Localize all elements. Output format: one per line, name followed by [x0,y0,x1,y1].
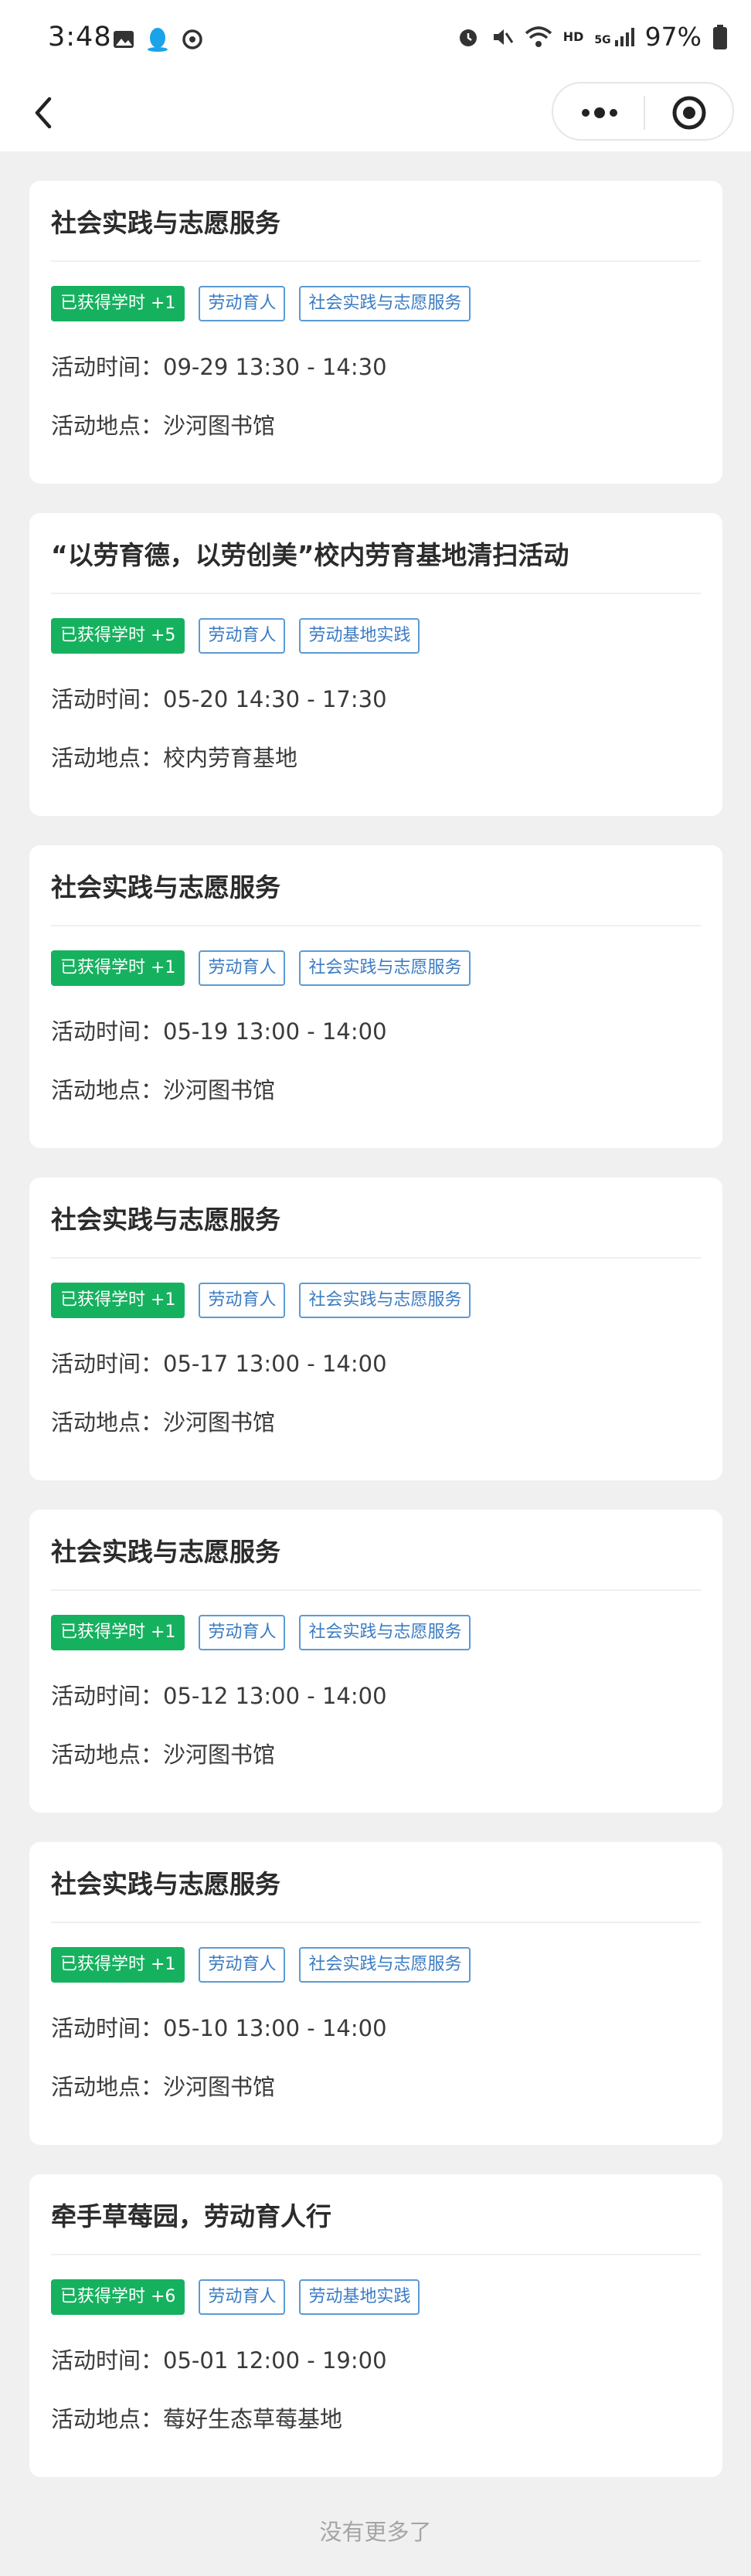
activity-location: 活动地点：校内劳育基地 [51,745,298,771]
battery-icon [713,24,727,49]
signal-label: 5G [594,33,611,46]
category-tag: 劳动基地实践 [299,618,420,654]
tag-row: 已获得学时 +1 劳动育人 社会实践与志愿服务 [51,1615,471,1650]
nav-bar [0,82,751,151]
category-tag: 社会实践与志愿服务 [299,1947,471,1983]
activity-time: 活动时间：05-12 13:00 - 14:00 [51,1683,387,1709]
card-divider [51,260,701,262]
mute-icon [493,29,513,45]
credit-badge: 已获得学时 +5 [51,618,185,654]
alarm-icon [459,29,477,46]
signal-icon: 5G [594,27,634,46]
credit-badge: 已获得学时 +6 [51,2279,185,2315]
activity-title: 牵手草莓园，劳动育人行 [51,2201,331,2231]
activity-card[interactable]: 社会实践与志愿服务 已获得学时 +1 劳动育人 社会实践与志愿服务 活动时间：05-19… [29,845,722,1148]
activity-title: 社会实践与志愿服务 [51,208,280,238]
activity-time: 活动时间：05-10 13:00 - 14:00 [51,2015,387,2041]
category-tag: 劳动育人 [199,1615,286,1650]
category-tag: 劳动育人 [199,2279,286,2315]
battery-percent: 97% [644,22,702,52]
wifi-icon [525,25,552,47]
status-bar: 3:48 HD 5G 97% [0,0,751,82]
network-label: HD [562,29,584,44]
credit-badge: 已获得学时 +1 [51,286,185,321]
activity-location: 活动地点：沙河图书馆 [51,1409,276,1436]
activity-card[interactable]: “以劳育德，以劳创美”校内劳育基地清扫活动已获得学时 +5 劳动育人 劳动基地实践活… [29,513,722,816]
activity-title: “以劳育德，以劳创美”校内劳育基地清扫活动 [51,540,569,570]
tag-row: 已获得学时 +6 劳动育人 劳动基地实践 [51,2279,420,2315]
card-divider [51,925,701,926]
gallery-icon [114,31,134,48]
tag-row: 已获得学时 +1 劳动育人 社会实践与志愿服务 [51,286,471,321]
card-divider [51,593,701,594]
card-divider [51,1922,701,1923]
activity-location: 活动地点：莓好生态草莓基地 [51,2406,343,2432]
card-divider [51,1257,701,1259]
activity-location: 活动地点：沙河图书馆 [51,413,276,439]
status-right-icons: HD 5G 97% [457,22,728,52]
credit-badge: 已获得学时 +1 [51,1615,185,1650]
activity-time: 活动时间：05-17 13:00 - 14:00 [51,1351,387,1377]
activity-location: 活动地点：沙河图书馆 [51,1742,276,1768]
card-divider [51,1589,701,1591]
no-more-text: 没有更多了 [319,2519,432,2545]
category-tag: 劳动育人 [199,1283,286,1318]
category-tag: 社会实践与志愿服务 [299,1615,471,1650]
credit-badge: 已获得学时 +1 [51,1947,185,1983]
credit-badge: 已获得学时 +1 [51,950,185,986]
status-notification-icons [112,26,205,53]
activity-card[interactable]: 社会实践与志愿服务 已获得学时 +1 劳动育人 社会实践与志愿服务 活动时间：05-17… [29,1178,722,1480]
activity-card[interactable]: 社会实践与志愿服务 已获得学时 +1 劳动育人 社会实践与志愿服务 活动时间：09-29… [29,181,722,484]
activity-title: 社会实践与志愿服务 [51,1869,280,1899]
activity-title: 社会实践与志愿服务 [51,872,280,902]
mini-program-capsule [552,82,734,141]
card-divider [51,2254,701,2255]
chevron-left-icon[interactable] [25,90,63,136]
tag-row: 已获得学时 +5 劳动育人 劳动基地实践 [51,618,420,654]
category-tag: 社会实践与志愿服务 [299,286,471,321]
target-icon[interactable] [669,93,709,133]
activity-card[interactable]: 社会实践与志愿服务 已获得学时 +1 劳动育人 社会实践与志愿服务 活动时间：05-10… [29,1842,722,2145]
activity-time: 活动时间：09-29 13:30 - 14:30 [51,354,387,380]
category-tag: 劳动育人 [199,1947,286,1983]
activity-title: 社会实践与志愿服务 [51,1205,280,1235]
more-dots-icon[interactable] [576,97,623,128]
status-time: 3:48 [48,22,112,53]
credit-badge: 已获得学时 +1 [51,1283,185,1318]
activity-time: 活动时间：05-20 14:30 - 17:30 [51,686,387,712]
category-tag: 劳动育人 [199,950,286,986]
tag-row: 已获得学时 +1 劳动育人 社会实践与志愿服务 [51,1283,471,1318]
sync-icon [182,29,202,49]
category-tag: 劳动育人 [199,286,286,321]
activity-location: 活动地点：沙河图书馆 [51,1077,276,1103]
category-tag: 劳动基地实践 [299,2279,420,2315]
category-tag: 社会实践与志愿服务 [299,1283,471,1318]
activity-time: 活动时间：05-01 12:00 - 19:00 [51,2347,387,2374]
capsule-divider [644,96,645,130]
activity-location: 活动地点：沙河图书馆 [51,2074,276,2100]
activity-list: 社会实践与志愿服务 已获得学时 +1 劳动育人 社会实践与志愿服务 活动时间：09-29… [29,181,722,2506]
activity-card[interactable]: 牵手草莓园，劳动育人行已获得学时 +6 劳动育人 劳动基地实践活动时间：05-01 … [29,2174,722,2477]
qq-icon [148,28,168,52]
activity-card[interactable]: 社会实践与志愿服务 已获得学时 +1 劳动育人 社会实践与志愿服务 活动时间：05-12… [29,1510,722,1813]
category-tag: 社会实践与志愿服务 [299,950,471,986]
activity-time: 活动时间：05-19 13:00 - 14:00 [51,1018,387,1045]
tag-row: 已获得学时 +1 劳动育人 社会实践与志愿服务 [51,1947,471,1983]
activity-title: 社会实践与志愿服务 [51,1537,280,1567]
tag-row: 已获得学时 +1 劳动育人 社会实践与志愿服务 [51,950,471,986]
category-tag: 劳动育人 [199,618,286,654]
